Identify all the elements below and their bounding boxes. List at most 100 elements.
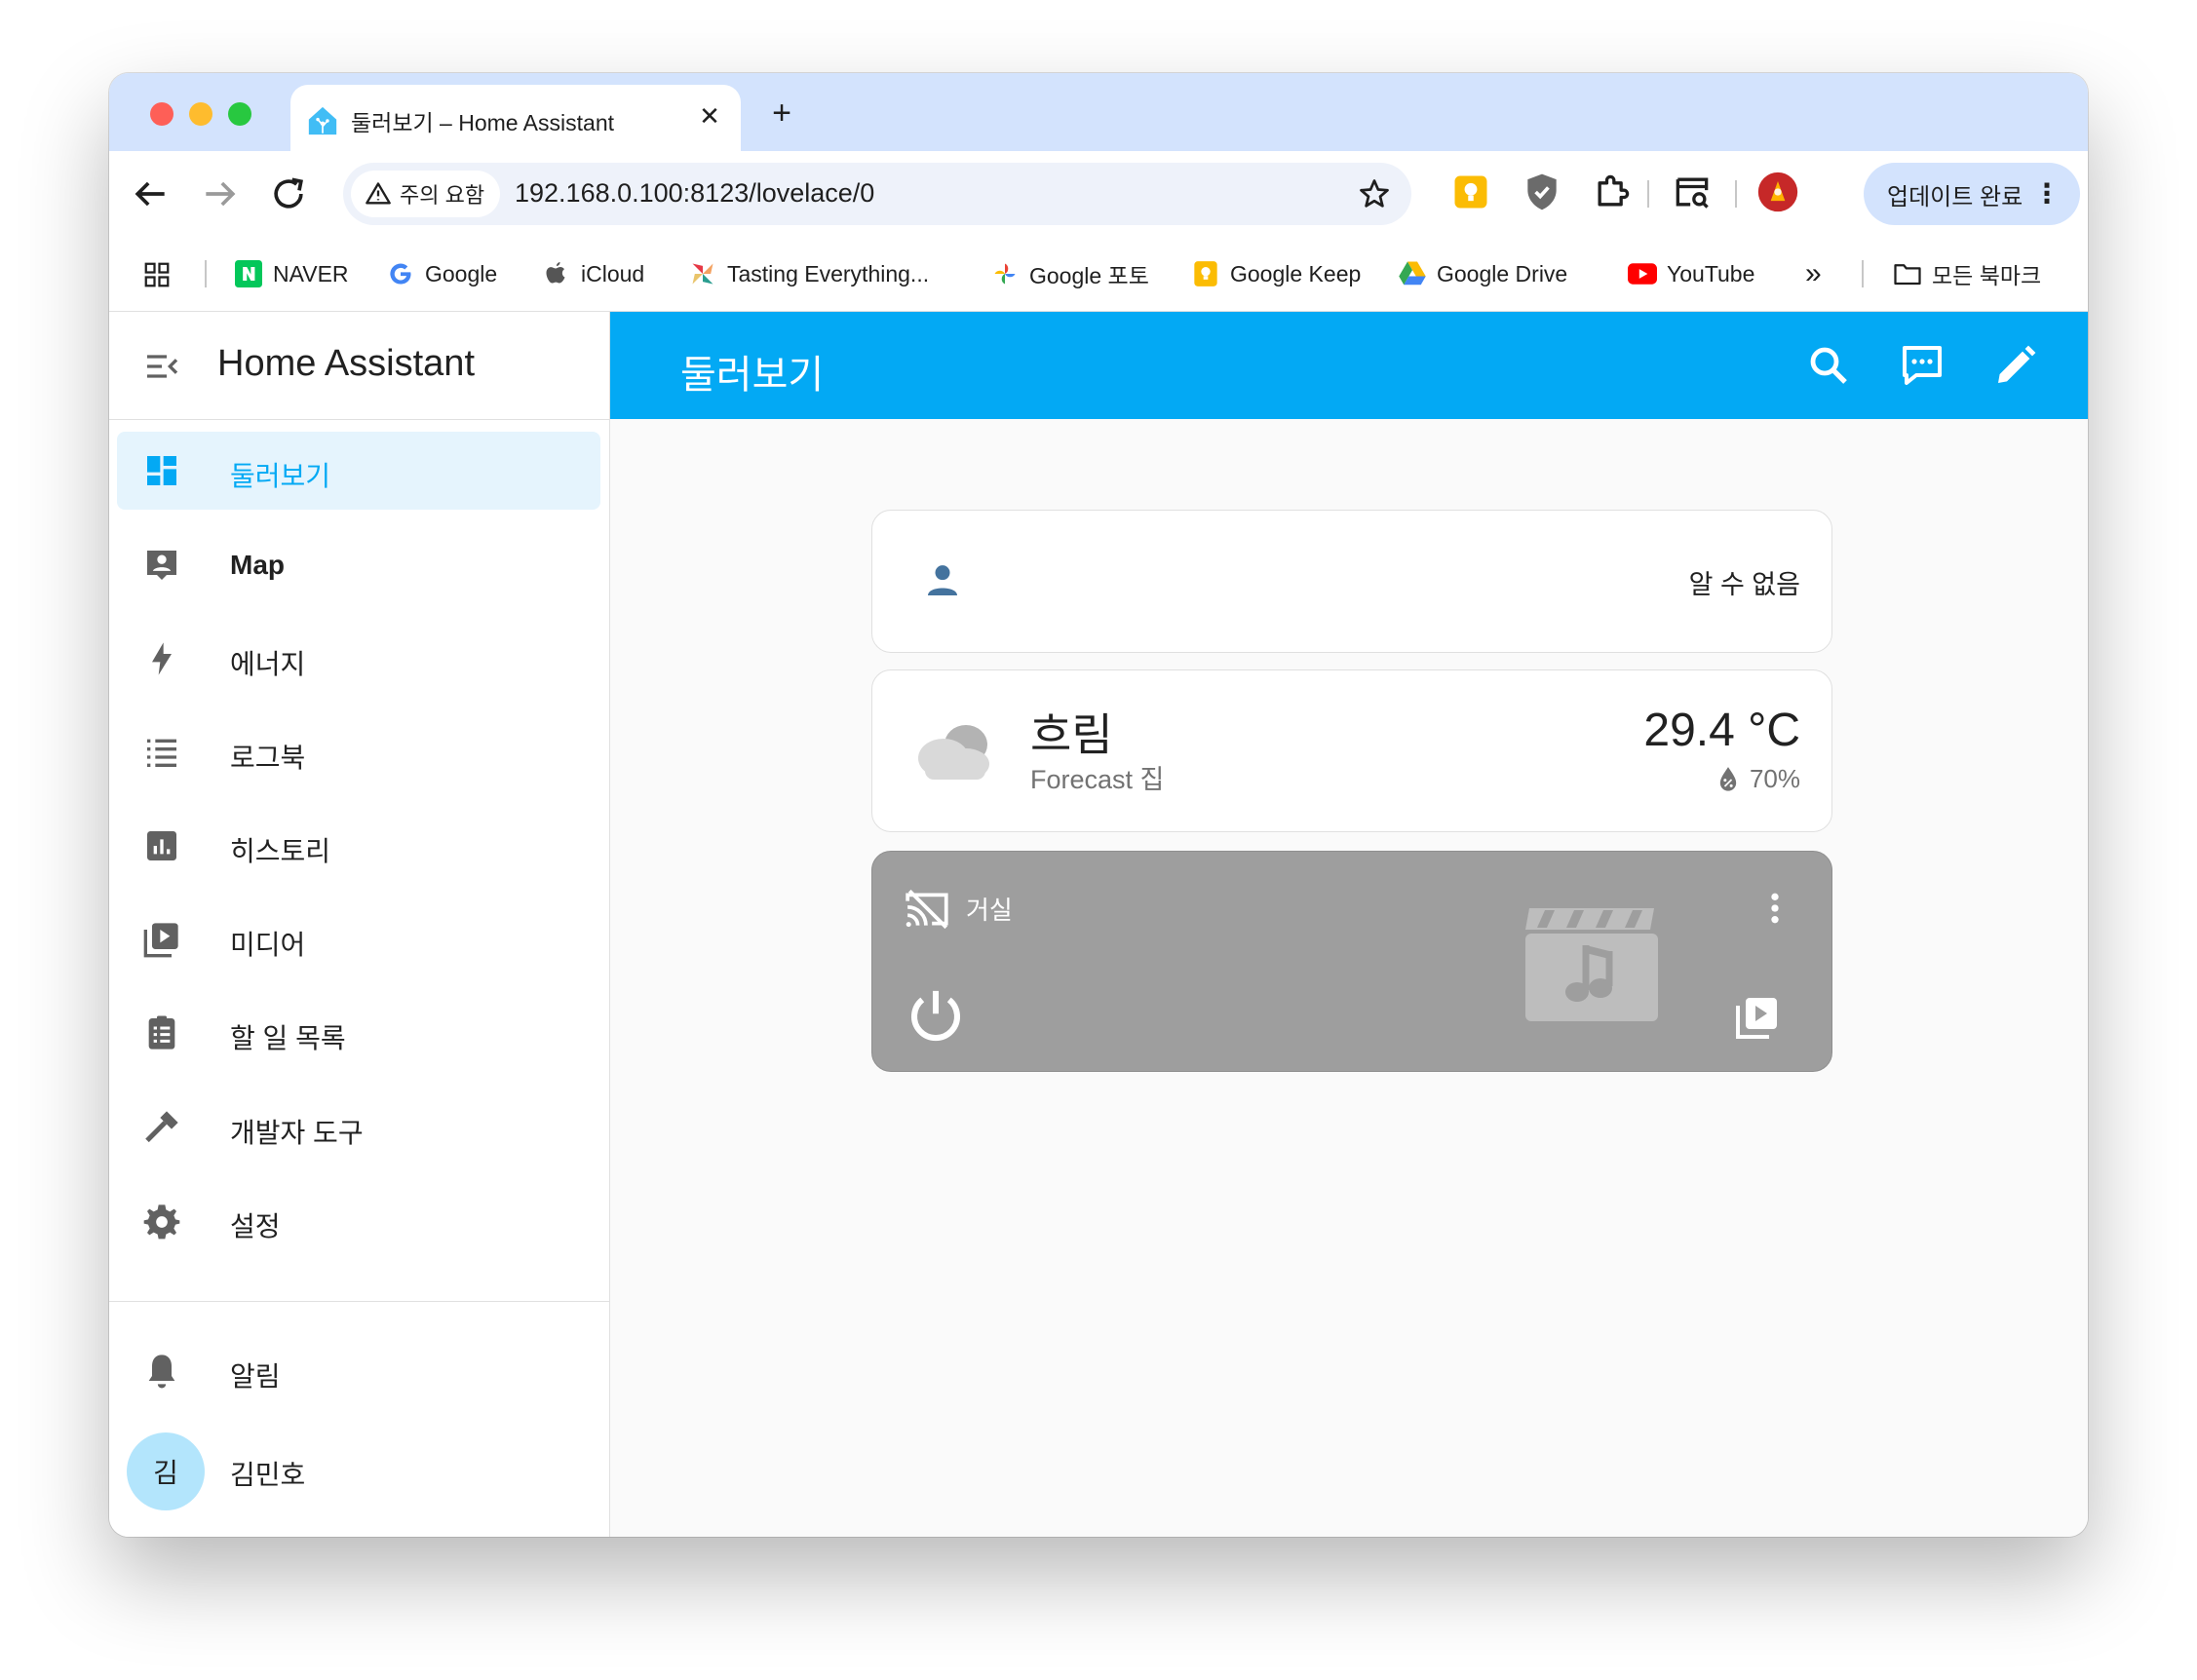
more-vertical-icon[interactable] bbox=[1755, 889, 1794, 928]
logbook-icon bbox=[147, 739, 176, 767]
weather-entity-name: Forecast 집 bbox=[1030, 765, 1165, 794]
shield-extension-icon[interactable] bbox=[1521, 171, 1563, 213]
person-card[interactable]: 알 수 없음 bbox=[871, 510, 1832, 653]
google-photos-icon bbox=[990, 259, 1020, 288]
weather-card[interactable]: 흐림 Forecast 집 29.4 °C 70% bbox=[871, 669, 1832, 832]
sidebar-item-label: 알림 bbox=[230, 1361, 281, 1392]
apple-icon bbox=[542, 259, 571, 288]
edit-pencil-icon[interactable] bbox=[1992, 342, 2039, 389]
apps-grid-icon[interactable] bbox=[142, 260, 172, 289]
gear-icon bbox=[143, 1204, 180, 1240]
back-arrow-icon[interactable] bbox=[129, 172, 172, 215]
sidebar-item-overview[interactable]: 둘러보기 bbox=[117, 432, 600, 510]
sidebar-item-energy[interactable]: 에너지 bbox=[117, 620, 600, 698]
warning-icon bbox=[366, 182, 391, 205]
puzzle-extension-icon[interactable] bbox=[1591, 171, 1634, 213]
page-title: 둘러보기 bbox=[680, 354, 825, 397]
bookmark-label: Google Drive bbox=[1437, 260, 1568, 286]
user-avatar[interactable]: 김 bbox=[127, 1432, 205, 1510]
power-icon[interactable] bbox=[904, 984, 968, 1049]
reload-icon[interactable] bbox=[267, 172, 310, 215]
browser-toolbar: 주의 요함 192.168.0.100:8123/lovelace/0 업데이트… bbox=[109, 151, 2088, 237]
search-icon[interactable] bbox=[1805, 342, 1852, 389]
sidebar-header: Home Assistant bbox=[109, 312, 609, 420]
sidebar-item-todo[interactable]: 할 일 목록 bbox=[117, 994, 600, 1072]
bookmarks-bar: NAVER Google iCloud Tasting Everything..… bbox=[109, 237, 2088, 312]
person-icon bbox=[928, 565, 957, 595]
dashboard-icon bbox=[147, 456, 176, 485]
bookmark-label: Google 포토 bbox=[1029, 263, 1149, 288]
media-player-name: 거실 bbox=[966, 896, 1013, 925]
bookmark-label: YouTube bbox=[1667, 260, 1755, 286]
user-name[interactable]: 김민호 bbox=[230, 1454, 305, 1493]
map-icon bbox=[147, 551, 176, 580]
sidebar-item-notifications[interactable]: 알림 bbox=[117, 1332, 600, 1410]
app-bar: 둘러보기 bbox=[610, 312, 2088, 419]
menu-collapse-icon[interactable] bbox=[142, 347, 181, 386]
bookmark-google-drive[interactable]: Google Drive bbox=[1398, 258, 1567, 289]
assist-chat-icon[interactable] bbox=[1899, 342, 1946, 389]
bookmark-google[interactable]: Google bbox=[386, 258, 497, 289]
security-label: 주의 요함 bbox=[400, 183, 485, 208]
bookmark-naver[interactable]: NAVER bbox=[234, 258, 349, 289]
toolbar-separator bbox=[1647, 180, 1649, 208]
zoom-window-button[interactable] bbox=[228, 102, 251, 126]
sidebar-item-history[interactable]: 히스토리 bbox=[117, 807, 600, 885]
sidebar-item-label: 둘러보기 bbox=[230, 461, 331, 491]
bookmark-youtube[interactable]: YouTube bbox=[1628, 258, 1754, 289]
google-drive-icon bbox=[1398, 259, 1427, 288]
lightning-icon bbox=[152, 642, 172, 675]
media-player-card[interactable]: 거실 bbox=[871, 851, 1832, 1072]
humidity-value: 70% bbox=[1749, 764, 1800, 793]
tab-close-icon[interactable]: ✕ bbox=[692, 98, 727, 134]
sidebar-item-label: 설정 bbox=[230, 1211, 281, 1241]
sidebar-item-logbook[interactable]: 로그북 bbox=[117, 713, 600, 791]
sidebar-item-label: 개발자 도구 bbox=[230, 1118, 364, 1148]
bookmark-label: NAVER bbox=[273, 260, 349, 286]
address-bar[interactable]: 주의 요함 192.168.0.100:8123/lovelace/0 bbox=[343, 163, 1411, 225]
sidebar-item-label: 에너지 bbox=[230, 649, 306, 679]
youtube-icon bbox=[1628, 259, 1657, 288]
profile-avatar-icon[interactable] bbox=[1756, 171, 1799, 213]
music-clapperboard-icon bbox=[1525, 908, 1658, 1021]
bell-icon bbox=[148, 1355, 175, 1389]
bookmarks-separator bbox=[205, 260, 207, 287]
close-window-button[interactable] bbox=[150, 102, 173, 126]
forward-arrow-icon[interactable] bbox=[199, 172, 242, 215]
menu-dots-icon[interactable]: ⋮ bbox=[2033, 180, 2061, 208]
sidebar-item-map[interactable]: Map bbox=[117, 526, 600, 604]
media-icon bbox=[143, 923, 178, 958]
bookmarks-overflow-button[interactable]: » bbox=[1805, 257, 1822, 289]
sidebar-item-settings[interactable]: 설정 bbox=[117, 1182, 600, 1260]
browse-media-icon[interactable] bbox=[1734, 994, 1781, 1041]
sidebar-item-developer-tools[interactable]: 개발자 도구 bbox=[117, 1088, 600, 1166]
all-bookmarks-button[interactable]: 모든 북마크 bbox=[1893, 258, 2041, 289]
sidebar-item-label: 히스토리 bbox=[230, 836, 331, 866]
bookmark-tasting-everything[interactable]: Tasting Everything... bbox=[688, 258, 929, 289]
new-tab-button[interactable]: + bbox=[764, 96, 799, 132]
bookmark-google-keep[interactable]: Google Keep bbox=[1191, 258, 1361, 289]
home-assistant-icon bbox=[308, 106, 337, 135]
clipboard-list-icon bbox=[148, 1015, 175, 1050]
update-button[interactable]: 업데이트 완료 ⋮ bbox=[1864, 163, 2080, 225]
bookmark-google-photos[interactable]: Google 포토 bbox=[990, 258, 1149, 289]
keep-extension-icon[interactable] bbox=[1449, 171, 1492, 213]
bookmark-star-icon[interactable] bbox=[1357, 176, 1392, 211]
cast-off-icon bbox=[906, 889, 948, 930]
ha-sidebar: Home Assistant 둘러보기 Map 에너지 로그북 히스토리 미디어… bbox=[109, 312, 610, 1537]
minimize-window-button[interactable] bbox=[189, 102, 212, 126]
tab-home-assistant[interactable]: 둘러보기 – Home Assistant ✕ bbox=[290, 85, 741, 151]
url-text[interactable]: 192.168.0.100:8123/lovelace/0 bbox=[515, 178, 874, 209]
naver-icon bbox=[234, 259, 263, 288]
bookmark-label: Google bbox=[425, 260, 498, 286]
bookmark-label: iCloud bbox=[581, 260, 645, 286]
bookmark-icloud[interactable]: iCloud bbox=[542, 258, 644, 289]
all-bookmarks-label: 모든 북마크 bbox=[1932, 263, 2042, 288]
google-keep-icon bbox=[1191, 259, 1220, 288]
tab-strip: 둘러보기 – Home Assistant ✕ + bbox=[109, 73, 2088, 151]
sidebar-item-media[interactable]: 미디어 bbox=[117, 900, 600, 978]
tab-search-icon[interactable] bbox=[1671, 171, 1714, 213]
bookmarks-separator bbox=[1862, 260, 1864, 287]
ha-main: 둘러보기 알 수 없음 흐림 Forecast 집 29.4 °C 70% 거실 bbox=[610, 312, 2088, 1537]
security-chip[interactable]: 주의 요함 bbox=[351, 171, 501, 217]
